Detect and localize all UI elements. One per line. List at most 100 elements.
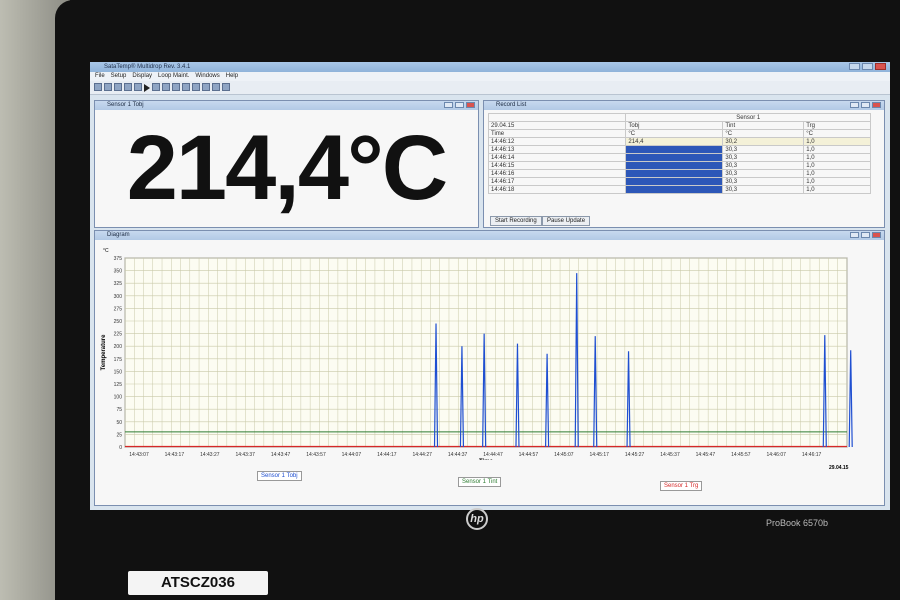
col-header-tobj: Tobj (625, 121, 724, 130)
save-icon[interactable] (104, 83, 112, 91)
menu-loop-maint[interactable]: Loop Maint. (158, 72, 189, 81)
x-tick-label: 14:45:47 (696, 452, 716, 458)
panel-close-button[interactable] (466, 102, 475, 108)
col-header-trg: Trg (803, 121, 871, 130)
cell-time: 14:46:16 (487, 169, 627, 178)
cell-time: 14:46:15 (487, 161, 627, 170)
y-tick-label: 0 (119, 445, 122, 451)
unit-header-tobj: °C (625, 129, 724, 138)
cell-tobj (625, 177, 724, 186)
cell-trg: 1,0 (803, 137, 871, 146)
x-tick-label: 14:44:47 (483, 452, 503, 458)
close-button[interactable] (875, 63, 886, 70)
open-icon[interactable] (114, 83, 122, 91)
x-tick-label: 14:46:17 (802, 452, 822, 458)
cell-time: 14:46:12 (487, 137, 627, 146)
cell-trg: 1,0 (803, 153, 871, 162)
new-icon[interactable] (94, 83, 102, 91)
app-title: SataTemp® Multidrop Rev. 3.4.1 (104, 64, 191, 70)
print-icon[interactable] (124, 83, 132, 91)
y-tick-label: 125 (114, 382, 123, 388)
menu-help[interactable]: Help (226, 72, 238, 81)
x-tick-label: 14:44:37 (448, 452, 468, 458)
clock-icon[interactable] (192, 83, 200, 91)
menu-bar: File Setup Display Loop Maint. Windows H… (90, 72, 890, 81)
menu-setup[interactable]: Setup (111, 72, 127, 81)
menu-file[interactable]: File (95, 72, 105, 81)
diagram-panel: Diagram 0 25 50 75 100 125 150 175 200 225 250 275 3… (94, 230, 885, 506)
start-recording-button[interactable]: Start Recording (490, 216, 542, 226)
table-row: 14:46:16 30,3 1,0 (487, 169, 871, 178)
table-icon[interactable] (172, 83, 180, 91)
x-tick-label: 14:43:07 (129, 452, 149, 458)
info-icon[interactable] (202, 83, 210, 91)
record-list-titlebar: Record List (484, 101, 884, 110)
cell-tint: 30,3 (722, 169, 805, 178)
record-list-panel: Record List Sensor 1 29.04.15 Tobj Tint … (483, 100, 885, 228)
cell-trg: 1,0 (803, 177, 871, 186)
cell-tobj: 214,4 (625, 137, 724, 146)
laptop-model: ProBook 6570b (766, 518, 829, 528)
x-tick-label: 14:43:37 (235, 452, 255, 458)
record-minimize-button[interactable] (850, 102, 859, 108)
record-close-button[interactable] (872, 102, 881, 108)
cell-tint: 30,3 (722, 177, 805, 186)
sensor-panel: Sensor 1 Tobj 214,4°C (94, 100, 479, 228)
play-icon[interactable] (144, 84, 150, 92)
cell-tint: 30,2 (722, 137, 805, 146)
record-icon[interactable] (152, 83, 160, 91)
menu-windows[interactable]: Windows (195, 72, 219, 81)
y-tick-label: 350 (114, 269, 123, 275)
table-row: 14:46:17 30,3 1,0 (487, 177, 871, 186)
x-tick-label: 14:43:57 (306, 452, 326, 458)
legend-trg-button[interactable]: Sensor 1 Trg (660, 481, 703, 491)
x-tick-label: 14:44:27 (412, 452, 432, 458)
cell-tint: 30,3 (722, 161, 805, 170)
sensor-panel-title: Sensor 1 Tobj (107, 102, 144, 108)
menu-display[interactable]: Display (132, 72, 152, 81)
stop-icon[interactable] (212, 83, 220, 91)
cell-time: 14:46:18 (487, 185, 627, 194)
cell-tobj (625, 161, 724, 170)
x-tick-label: 14:44:57 (519, 452, 539, 458)
unit-header-time: Time (487, 129, 627, 138)
hp-logo: hp (466, 508, 488, 530)
y-tick-label: 25 (116, 432, 122, 438)
pause-update-button[interactable]: Pause Update (542, 216, 591, 226)
minimize-button[interactable] (849, 63, 860, 70)
record-maximize-button[interactable] (861, 102, 870, 108)
table-row: 14:46:18 30,3 1,0 (487, 185, 871, 194)
cell-tobj (625, 145, 724, 154)
y-unit-label: °C (103, 248, 109, 254)
y-tick-label: 150 (114, 369, 123, 375)
x-tick-label: 14:45:57 (731, 452, 751, 458)
y-tick-label: 250 (114, 319, 123, 325)
panel-maximize-button[interactable] (455, 102, 464, 108)
y-tick-label: 225 (114, 332, 123, 338)
diagram-minimize-button[interactable] (850, 232, 859, 238)
y-tick-label: 100 (114, 395, 123, 401)
legend-tint-button[interactable]: Sensor 1 Tint (458, 477, 502, 487)
x-tick-label: 14:46:07 (766, 452, 786, 458)
monitor-icon[interactable] (134, 83, 142, 91)
legend-tobj-button[interactable]: Sensor 1 Tobj (257, 471, 302, 481)
x-tick-label: 14:43:47 (271, 452, 291, 458)
maximize-button[interactable] (862, 63, 873, 70)
grid-icon[interactable] (182, 83, 190, 91)
laptop-screen: SataTemp® Multidrop Rev. 3.4.1 File Setu… (90, 62, 890, 510)
sensor-group-header: Sensor 1 (625, 113, 871, 122)
cell-trg: 1,0 (803, 185, 871, 194)
cell-tobj (625, 153, 724, 162)
y-tick-label: 200 (114, 344, 123, 350)
x-tick-label: 14:45:17 (589, 452, 609, 458)
y-tick-label: 375 (114, 256, 123, 262)
panel-minimize-button[interactable] (444, 102, 453, 108)
diagram-maximize-button[interactable] (861, 232, 870, 238)
settings-icon[interactable] (222, 83, 230, 91)
cell-tint: 30,3 (722, 153, 805, 162)
diagram-close-button[interactable] (872, 232, 881, 238)
cell-tobj (625, 185, 724, 194)
unit-header-trg: °C (803, 129, 871, 138)
y-tick-label: 325 (114, 281, 123, 287)
chart-icon[interactable] (162, 83, 170, 91)
